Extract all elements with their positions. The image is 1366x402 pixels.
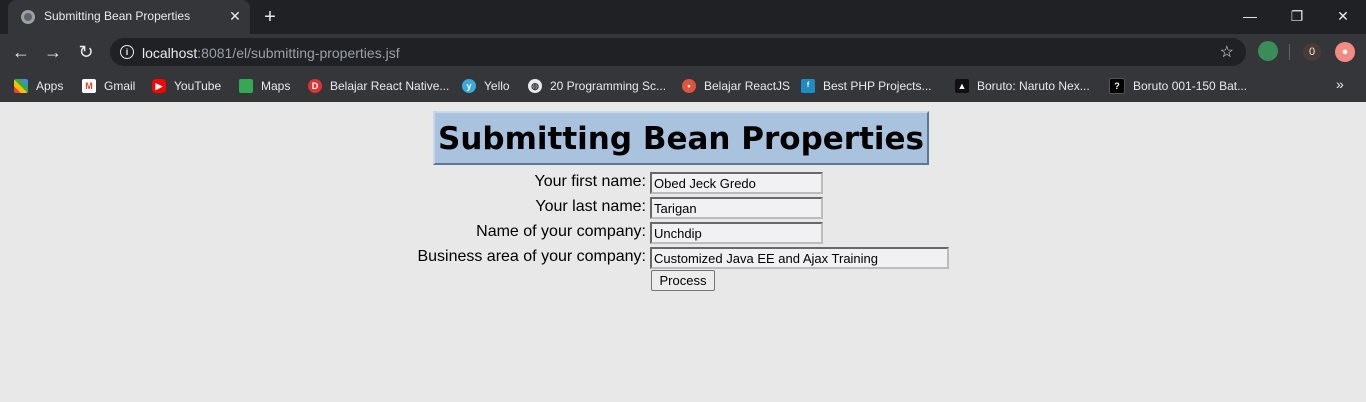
new-tab-button[interactable]: + — [259, 6, 281, 28]
url-host: localhost — [142, 45, 198, 61]
bookmark-gmail[interactable]: M Gmail — [82, 76, 135, 96]
address-bar[interactable]: i localhost:8081/el/submitting-propertie… — [110, 38, 1246, 66]
page-content: Submitting Bean Properties Your first na… — [0, 102, 1366, 402]
cat-icon: ▲ — [955, 79, 969, 93]
bookmark-yello[interactable]: y Yello — [462, 76, 510, 96]
back-button[interactable]: ← — [10, 41, 32, 63]
process-button[interactable]: Process — [651, 270, 715, 291]
page-title: Submitting Bean Properties — [438, 121, 924, 157]
bookmark-label: 20 Programming Sc... — [550, 79, 667, 93]
bookmark-belajar-react-native[interactable]: D Belajar React Native... — [308, 76, 449, 96]
reload-button[interactable]: ↻ — [75, 41, 97, 63]
bookmark-label: Apps — [36, 79, 64, 93]
url-text[interactable]: localhost:8081/el/submitting-properties.… — [142, 45, 400, 61]
company-name-row: Name of your company: — [0, 222, 1366, 246]
bookmark-label: Yello — [484, 79, 510, 93]
last-name-input[interactable] — [650, 197, 823, 219]
apps-grid-icon — [14, 79, 28, 93]
toolbar-divider — [1289, 44, 1290, 60]
bookmark-boruto-001[interactable]: ? Boruto 001-150 Bat... — [1109, 76, 1247, 96]
close-tab-icon[interactable]: ✕ — [226, 7, 244, 25]
title-bar: Submitting Bean Properties ✕ + — ❐ ✕ — [0, 0, 1366, 34]
boruto-icon: ? — [1109, 78, 1125, 94]
bookmark-youtube[interactable]: ▶ YouTube — [152, 76, 221, 96]
bookmark-belajar-reactjs[interactable]: • Belajar ReactJS — [682, 76, 790, 96]
bookmark-maps[interactable]: Maps — [239, 76, 290, 96]
first-name-row: Your first name: — [0, 172, 1366, 196]
profile-avatar-icon[interactable]: ● — [1335, 42, 1355, 62]
url-path: :8081/el/submitting-properties.jsf — [197, 45, 400, 61]
extension-icon[interactable] — [1258, 41, 1278, 61]
extension-badge[interactable]: 0 — [1303, 43, 1321, 61]
bookmark-label: Belajar ReactJS — [704, 79, 791, 93]
more-bookmarks-icon[interactable]: » — [1336, 76, 1344, 92]
dw-icon: D — [308, 79, 322, 93]
business-area-input[interactable] — [650, 247, 949, 269]
browser-toolbar: ← → ↻ i localhost:8081/el/submitting-pro… — [0, 34, 1366, 70]
bookmark-label: Gmail — [104, 79, 136, 93]
company-name-label: Name of your company: — [476, 223, 646, 240]
globe-icon — [21, 10, 35, 24]
bookmark-best-php[interactable]: f Best PHP Projects... — [801, 76, 932, 96]
globe-icon: ◍ — [528, 79, 542, 93]
gmail-icon: M — [82, 79, 96, 93]
bookmark-label: Boruto 001-150 Bat... — [1133, 79, 1248, 93]
first-name-label: Your first name: — [534, 173, 646, 190]
bookmark-20-programming[interactable]: ◍ 20 Programming Sc... — [528, 76, 666, 96]
first-name-input[interactable] — [650, 172, 823, 194]
site-info-icon[interactable]: i — [120, 45, 134, 59]
bookmark-label: Belajar React Native... — [330, 79, 450, 93]
business-area-row: Business area of your company: — [0, 247, 1366, 271]
restore-button[interactable]: ❐ — [1285, 5, 1309, 27]
bookmark-apps[interactable]: Apps — [14, 76, 63, 96]
bookmark-label: Best PHP Projects... — [823, 79, 932, 93]
reactjs-icon: • — [682, 79, 696, 93]
maps-icon — [239, 79, 253, 93]
php-icon: f — [801, 79, 815, 93]
forward-button[interactable]: → — [42, 41, 64, 63]
company-name-input[interactable] — [650, 222, 823, 244]
yello-icon: y — [462, 79, 476, 93]
bookmark-boruto-naruto[interactable]: ▲ Boruto: Naruto Nex... — [955, 76, 1090, 96]
bookmark-label: Boruto: Naruto Nex... — [977, 79, 1090, 93]
bookmarks-bar: Apps M Gmail ▶ YouTube Maps D Belajar Re… — [0, 70, 1366, 102]
last-name-label: Your last name: — [535, 198, 646, 215]
heading-box: Submitting Bean Properties — [433, 111, 929, 165]
last-name-row: Your last name: — [0, 197, 1366, 221]
minimize-button[interactable]: — — [1238, 5, 1262, 27]
bookmark-star-icon[interactable]: ☆ — [1220, 42, 1234, 62]
bookmark-label: YouTube — [174, 79, 222, 93]
business-area-label: Business area of your company: — [417, 248, 646, 265]
close-window-button[interactable]: ✕ — [1331, 5, 1355, 27]
active-tab[interactable]: Submitting Bean Properties ✕ — [8, 0, 250, 34]
tab-title: Submitting Bean Properties — [44, 9, 191, 23]
bookmark-label: Maps — [261, 79, 291, 93]
youtube-icon: ▶ — [152, 79, 166, 93]
